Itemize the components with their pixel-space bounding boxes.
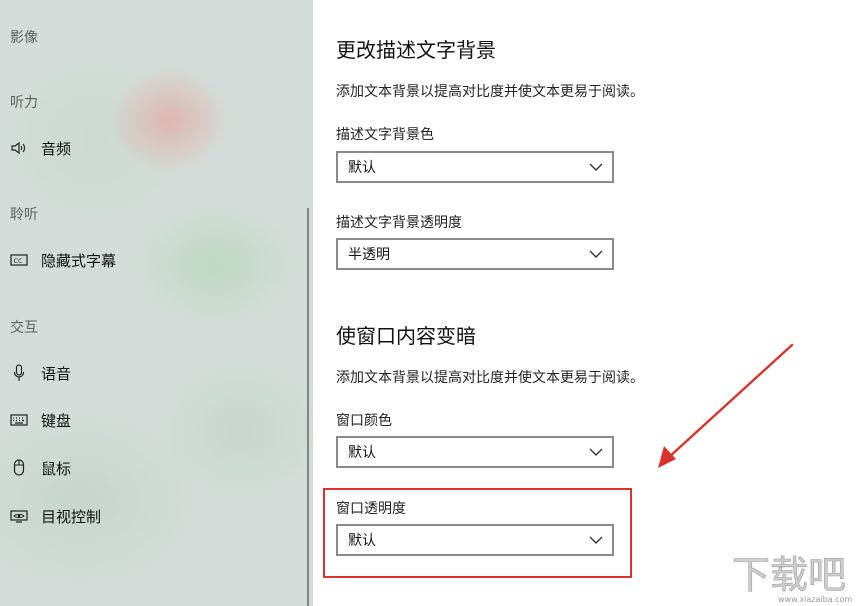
chevron-down-icon (589, 163, 603, 171)
caption-bg-opacity-dropdown[interactable]: 半透明 (336, 238, 614, 270)
dropdown-value: 默认 (348, 160, 376, 176)
speaker-icon (10, 139, 28, 157)
caption-bg-opacity-label: 描述文字背景透明度 (336, 215, 462, 231)
sidebar-item-speech[interactable]: 语音 (0, 357, 300, 389)
watermark-logo-icon: 下载吧 www.xiazaiba.com (732, 553, 853, 604)
mouse-icon (10, 459, 28, 477)
sidebar-item-label: 语音 (41, 364, 72, 383)
closed-captions-icon: CC (10, 251, 28, 269)
section-description: 添加文本背景以提高对比度并使文本更易于阅读。 (336, 370, 644, 386)
sidebar-item-eye-control[interactable]: 目视控制 (0, 500, 300, 532)
watermark-subtext: www.xiazaiba.com (778, 595, 852, 604)
caption-bg-color-label: 描述文字背景色 (336, 127, 434, 143)
sidebar-item-audio[interactable]: 音频 (0, 132, 300, 164)
sidebar-item-label: 目视控制 (41, 507, 102, 526)
microphone-icon (10, 364, 28, 382)
window-color-dropdown[interactable]: 默认 (336, 436, 614, 468)
caption-bg-color-dropdown[interactable]: 默认 (336, 151, 614, 183)
sidebar-item-label: 隐藏式字幕 (41, 251, 117, 270)
sidebar-item-keyboard[interactable]: 键盘 (0, 404, 300, 436)
annotation-highlight-box (323, 488, 632, 578)
dropdown-value: 半透明 (348, 247, 390, 263)
section-label-hearing: 听力 (10, 95, 38, 111)
chevron-down-icon (589, 448, 603, 456)
sidebar-item-label: 鼠标 (41, 459, 72, 478)
dropdown-value: 默认 (348, 445, 376, 461)
sidebar-item-label: 键盘 (41, 411, 72, 430)
sidebar-item-label: 音频 (41, 139, 72, 158)
sidebar-scrollbar[interactable] (307, 208, 309, 606)
section-title-caption-background: 更改描述文字背景 (336, 38, 496, 62)
sidebar-item-mouse[interactable]: 鼠标 (0, 452, 300, 484)
chevron-down-icon (589, 250, 603, 258)
window-color-label: 窗口颜色 (336, 413, 392, 429)
keyboard-icon (10, 411, 28, 429)
svg-text:CC: CC (14, 257, 24, 265)
section-label-interaction: 交互 (10, 320, 38, 336)
watermark-text: 下载吧 (732, 553, 846, 597)
watermark-logo: 下载吧 www.xiazaiba.com (728, 548, 860, 604)
sidebar-item-captions[interactable]: CC 隐藏式字幕 (0, 244, 300, 276)
section-label-vision: 影像 (10, 30, 38, 46)
section-description: 添加文本背景以提高对比度并使文本更易于阅读。 (336, 84, 644, 100)
section-title-dim-window: 使窗口内容变暗 (336, 324, 476, 348)
eye-control-icon (10, 507, 28, 525)
sidebar: 影像 听力 音频 聆听 CC 隐藏式字幕 交互 语音 键盘 鼠标 目视控制 (0, 0, 313, 606)
section-label-listening: 聆听 (10, 207, 38, 223)
